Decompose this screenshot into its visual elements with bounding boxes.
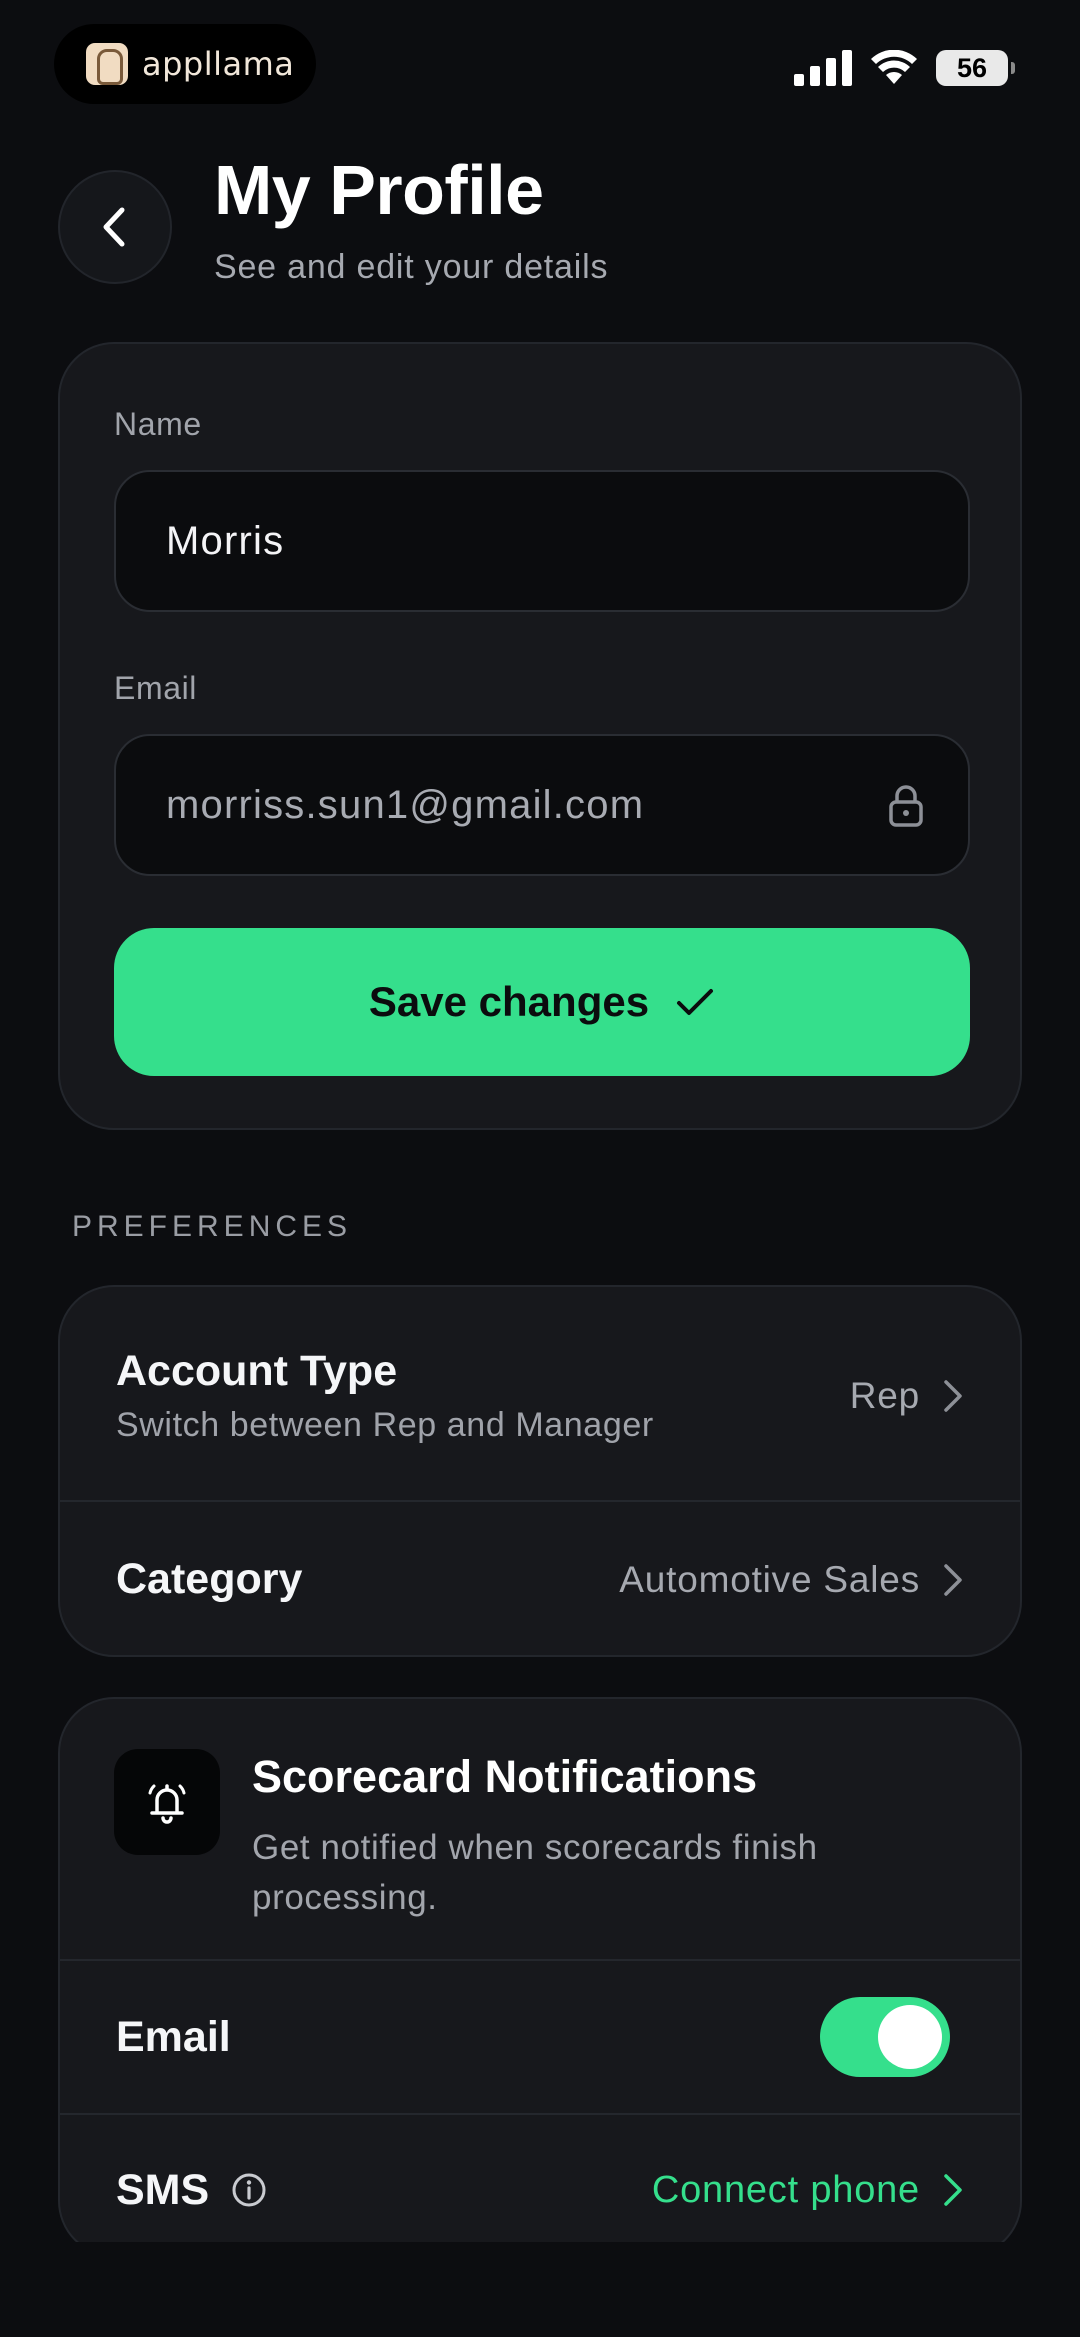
account-type-right: Rep	[850, 1375, 964, 1417]
email-notification-label: Email	[116, 2012, 231, 2061]
page-subtitle: See and edit your details	[214, 248, 609, 286]
save-changes-label: Save changes	[368, 978, 650, 1025]
preferences-card: Account Type Switch between Rep and Mana…	[58, 1285, 1022, 1657]
save-changes-button[interactable]: Save changes	[114, 928, 970, 1076]
preferences-section-label: PREFERENCES	[72, 1210, 353, 1243]
name-field[interactable]: Morris	[114, 470, 970, 612]
account-type-text: Account Type Switch between Rep and Mana…	[116, 1347, 654, 1445]
notifications-card: Scorecard Notifications Get notified whe…	[58, 1697, 1022, 2257]
profile-screen: appllama 56 My Profile See and edit your…	[0, 0, 1080, 2337]
chevron-right-icon	[944, 2174, 962, 2206]
back-button[interactable]	[58, 170, 172, 284]
connect-phone-link[interactable]: Connect phone	[652, 2169, 964, 2212]
chevron-right-icon	[944, 1563, 962, 1596]
email-label: Email	[114, 670, 198, 706]
category-value: Automotive Sales	[619, 1558, 920, 1600]
toggle-knob	[878, 2005, 942, 2069]
brand-pill: appllama	[54, 24, 316, 104]
profile-form-card: Name Morris Email morriss.sun1@gmail.com…	[58, 342, 1022, 1130]
category-row[interactable]: Category Automotive Sales	[60, 1502, 1020, 1657]
brand-logo-icon	[86, 43, 128, 85]
category-title: Category	[116, 1555, 303, 1603]
email-field[interactable]: morriss.sun1@gmail.com	[114, 734, 970, 876]
brand-name: appllama	[142, 45, 295, 83]
category-right: Automotive Sales	[619, 1559, 964, 1601]
account-type-value: Rep	[849, 1375, 920, 1416]
wifi-icon	[871, 50, 917, 84]
signal-icon	[794, 50, 852, 86]
sms-notification-label: SMS	[116, 2165, 210, 2214]
notifications-title: Scorecard Notifications	[252, 1751, 758, 1802]
battery-icon: 56	[936, 50, 1015, 86]
back-chevron-icon	[103, 207, 125, 247]
email-field-value: morriss.sun1@gmail.com	[166, 782, 645, 827]
account-type-title: Account Type	[116, 1347, 398, 1395]
bell-icon-box	[114, 1749, 220, 1855]
account-type-subtitle: Switch between Rep and Manager	[116, 1406, 654, 1444]
name-label: Name	[114, 406, 202, 442]
email-notification-toggle[interactable]	[820, 1997, 950, 2077]
info-icon[interactable]	[231, 2172, 267, 2208]
lock-icon	[889, 785, 923, 827]
email-notification-row: Email	[60, 1961, 1020, 2113]
connect-phone-label: Connect phone	[651, 2168, 920, 2211]
bell-icon	[148, 1784, 186, 1824]
status-icons: 56	[794, 50, 1015, 86]
page-title: My Profile	[214, 151, 544, 229]
notifications-description: Get notified when scorecards finish proc…	[252, 1828, 818, 1917]
bottom-edge	[0, 2242, 1080, 2337]
name-field-value: Morris	[166, 518, 285, 563]
account-type-row[interactable]: Account Type Switch between Rep and Mana…	[60, 1321, 1020, 1471]
email-notification-right	[820, 1997, 950, 2077]
chevron-right-icon	[944, 1380, 962, 1412]
checkmark-icon	[677, 989, 714, 1015]
